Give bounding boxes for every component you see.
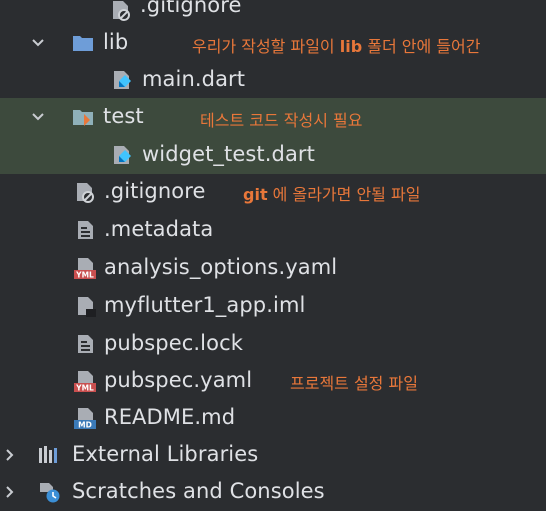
tree-row-pubspec-lock[interactable]: pubspec.lock — [0, 325, 546, 363]
tree-row-label: pubspec.yaml — [104, 368, 253, 392]
tree-row-metadata[interactable]: .metadata — [0, 211, 546, 249]
markdown-file-icon: MD — [74, 408, 96, 430]
svg-text:YML: YML — [75, 271, 94, 280]
tree-row-label: README.md — [104, 405, 236, 429]
tree-row-pubspec-yaml[interactable]: YML pubspec.yaml 프로젝트 설정 파일 — [0, 362, 546, 400]
libraries-icon — [39, 446, 57, 463]
text-file-icon — [78, 221, 93, 239]
annotation-note: 우리가 작성할 파일이 lib 폴더 안에 들어간 — [192, 37, 481, 56]
yaml-file-icon: YML — [74, 258, 96, 280]
tree-row-widget-test[interactable]: widget_test.dart — [0, 136, 546, 174]
dart-file-icon — [114, 71, 131, 89]
tree-row-scratches[interactable]: Scratches and Consoles — [0, 473, 546, 511]
tree-row-test[interactable]: test 테스트 코드 작성시 필요 — [0, 98, 546, 136]
dart-file-icon — [114, 146, 131, 164]
gitignore-file-icon — [113, 1, 130, 21]
iml-file-icon — [78, 297, 96, 317]
annotation-note: git 에 올라가면 안될 파일 — [243, 185, 421, 204]
tree-row-label: myflutter1_app.iml — [104, 293, 306, 317]
chevron-down-icon[interactable] — [30, 35, 46, 51]
project-tree: .gitignore lib 우리가 작성할 파일이 lib 폴더 안에 들어간… — [0, 0, 546, 508]
svg-text:YML: YML — [75, 384, 94, 393]
tree-row-label: Scratches and Consoles — [72, 479, 325, 503]
tree-row-label: test — [103, 104, 144, 128]
text-file-icon — [78, 335, 93, 353]
yaml-file-icon: YML — [74, 371, 96, 393]
test-folder-icon — [73, 110, 93, 126]
tree-row-label: .metadata — [104, 217, 214, 241]
chevron-right-icon[interactable] — [2, 484, 18, 500]
tree-row-gitignore[interactable]: .gitignore git 에 올라가면 안될 파일 — [0, 173, 546, 211]
scratches-icon — [40, 483, 60, 503]
tree-row-label: main.dart — [142, 67, 246, 91]
annotation-note: 테스트 코드 작성시 필요 — [200, 111, 363, 130]
svg-text:MD: MD — [78, 421, 92, 430]
tree-row-label: widget_test.dart — [142, 142, 315, 166]
tree-row-lib[interactable]: lib 우리가 작성할 파일이 lib 폴더 안에 들어간 — [0, 24, 546, 62]
chevron-right-icon[interactable] — [2, 447, 18, 463]
tree-row-analysis-options[interactable]: YML analysis_options.yaml — [0, 249, 546, 287]
tree-row-label: .gitignore — [140, 0, 242, 17]
chevron-down-icon[interactable] — [30, 109, 46, 125]
tree-row-gitignore-top[interactable]: .gitignore — [0, 0, 546, 25]
tree-row-label: pubspec.lock — [104, 331, 243, 355]
tree-row-label: analysis_options.yaml — [104, 255, 338, 279]
tree-row-label: lib — [103, 30, 129, 54]
tree-row-readme[interactable]: MD README.md — [0, 399, 546, 437]
tree-row-external-libraries[interactable]: External Libraries — [0, 436, 546, 474]
tree-row-label: External Libraries — [72, 442, 259, 466]
tree-row-label: .gitignore — [104, 179, 206, 203]
tree-row-iml[interactable]: myflutter1_app.iml — [0, 287, 546, 325]
tree-row-main-dart[interactable]: main.dart — [0, 61, 546, 99]
gitignore-file-icon — [77, 183, 94, 203]
annotation-note: 프로젝트 설정 파일 — [290, 374, 418, 393]
folder-icon — [73, 36, 93, 51]
